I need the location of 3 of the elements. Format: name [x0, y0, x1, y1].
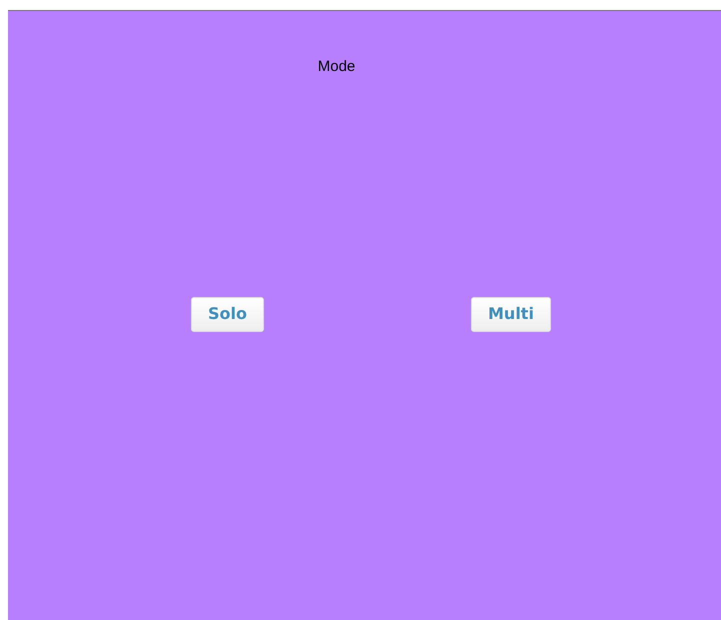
title: Mode [318, 57, 356, 77]
mode-button[interactable]: Multi [471, 296, 551, 332]
mode-button[interactable]: Solo [191, 296, 264, 332]
